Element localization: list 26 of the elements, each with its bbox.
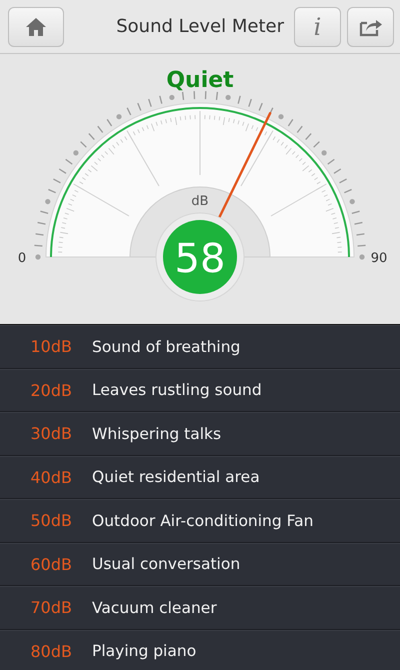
reading-value: 58 bbox=[174, 236, 226, 282]
db-value: 30dB bbox=[30, 424, 72, 444]
info-button[interactable]: i bbox=[294, 6, 341, 46]
screen-title: Sound Level Meter bbox=[115, 16, 285, 37]
db-value: 50dB bbox=[30, 511, 72, 530]
db-value: 10dB bbox=[30, 337, 72, 356]
db-value: 70dB bbox=[30, 598, 72, 618]
db-value: 20dB bbox=[30, 380, 72, 400]
share-button[interactable] bbox=[347, 6, 394, 46]
status-label: Quiet bbox=[166, 68, 234, 93]
home-icon bbox=[25, 16, 47, 36]
level-description: Playing piano bbox=[92, 642, 196, 660]
level-description: Usual conversation bbox=[92, 555, 240, 574]
db-value: 60dB bbox=[30, 554, 72, 574]
level-description: Outdoor Air-conditioning Fan bbox=[92, 512, 314, 530]
level-description: Leaves rustling sound bbox=[92, 381, 262, 400]
db-value: 40dB bbox=[30, 468, 72, 487]
scale-max-label: 90 bbox=[370, 251, 388, 266]
level-description: Quiet residential area bbox=[92, 468, 260, 486]
db-value: 80dB bbox=[30, 642, 72, 661]
home-button[interactable] bbox=[8, 6, 64, 46]
level-description: Vacuum cleaner bbox=[92, 598, 217, 617]
level-description: Whispering talks bbox=[92, 424, 222, 443]
level-description: Sound of breathing bbox=[92, 338, 240, 356]
unit-label: dB bbox=[191, 194, 209, 209]
scale-min-label: 0 bbox=[18, 251, 26, 266]
